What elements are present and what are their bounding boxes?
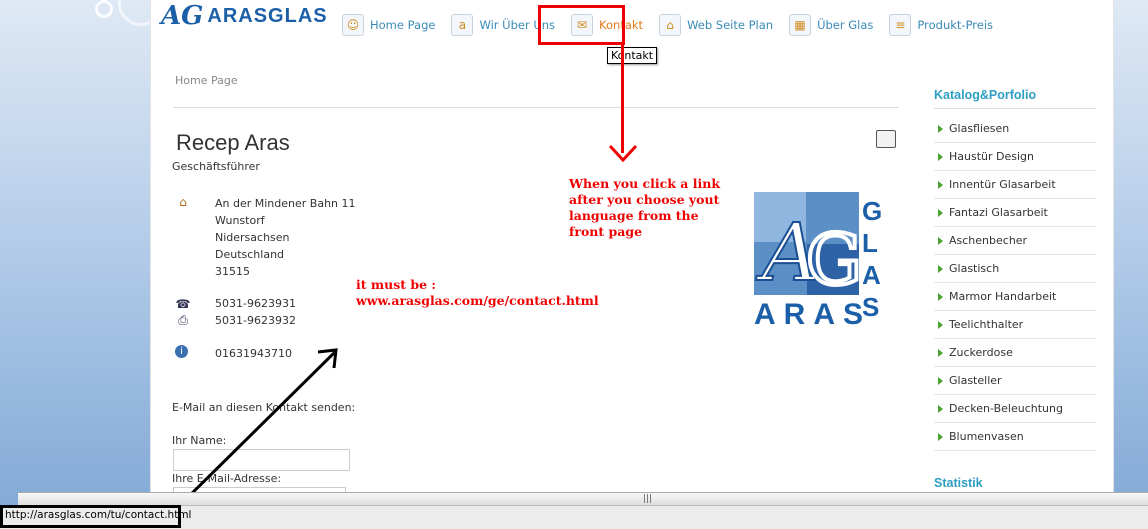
bullet-icon <box>938 404 943 413</box>
bullet-icon <box>938 152 943 161</box>
sidebar-item[interactable]: Blumenvasen <box>934 423 1096 451</box>
bullet-icon <box>938 348 943 357</box>
address-line: Nidersachsen <box>215 231 290 244</box>
phone-icon: ☎ <box>175 297 191 311</box>
address-line: Wunstorf <box>215 214 265 227</box>
sidebar-item[interactable]: Glasteller <box>934 367 1096 395</box>
status-url: http://arasglas.com/tu/contact.html <box>5 509 192 521</box>
bullet-icon <box>938 124 943 133</box>
site-logo[interactable]: AG ARASGLAS <box>161 0 328 32</box>
sidebar-item[interactable]: Teelichthalter <box>934 311 1096 339</box>
logo-letter: A <box>862 260 881 290</box>
bullet-icon <box>938 292 943 301</box>
nav-label: Produkt-Preis <box>917 18 994 32</box>
annotation-arrow-line <box>621 45 624 153</box>
bullet-icon <box>938 180 943 189</box>
annotation-note-2: it must be : www.arasglas.com/ge/contact… <box>356 277 599 308</box>
home-icon: ☺ <box>342 14 364 36</box>
sidebar-item[interactable]: Haustür Design <box>934 143 1096 171</box>
logo-letter: G <box>862 196 882 226</box>
annotation-black-arrow <box>173 348 338 512</box>
annotation-highlight-box <box>538 5 625 45</box>
nav-label: Über Glas <box>817 18 874 32</box>
sidebar-item[interactable]: Marmor Handarbeit <box>934 283 1096 311</box>
sitemap-icon: ⌂ <box>659 14 682 36</box>
contact-fax: 5031-9623932 <box>215 314 296 327</box>
annotation-note-1: When you click a link after you choose y… <box>569 176 720 239</box>
bullet-icon <box>938 236 943 245</box>
nav-glass[interactable]: ▦ Über Glas <box>781 10 881 40</box>
nav-price[interactable]: ≡ Produkt-Preis <box>881 10 1001 40</box>
statistik-title: Statistik <box>934 476 983 490</box>
main-nav: ☺ Home Page a Wir Über Uns ✉ Kontakt ⌂ Web S… <box>334 10 1001 40</box>
sidebar-catalog: Katalog&Porfolio Glasfliesen Haustür Des… <box>934 88 1096 451</box>
bullet-icon <box>938 432 943 441</box>
arasglas-logo-graphic: A G G L A S ARAS <box>754 192 882 327</box>
annotation-arrow-head <box>608 144 638 163</box>
logo-text: ARASGLAS <box>207 4 328 27</box>
about-icon: a <box>451 14 474 36</box>
address-line: Deutschland <box>215 248 285 261</box>
svg-text:G: G <box>806 219 862 301</box>
contact-phone: 5031-9623931 <box>215 297 296 310</box>
logo-mark: AG <box>161 1 204 31</box>
print-icon[interactable] <box>876 130 896 148</box>
contact-name: Recep Aras <box>176 130 290 155</box>
nav-label: Home Page <box>370 18 436 32</box>
contact-role: Geschäftsführer <box>172 160 260 173</box>
glass-icon: ▦ <box>789 14 812 36</box>
nav-tooltip: Kontakt <box>607 47 658 64</box>
address-line: An der Mindener Bahn 11 <box>215 197 356 210</box>
sidebar-item[interactable]: Fantazi Glasarbeit <box>934 199 1096 227</box>
horizontal-scrollbar[interactable]: ||| <box>18 492 1148 506</box>
nav-sitemap[interactable]: ⌂ Web Seite Plan <box>651 10 781 40</box>
scroll-grip-icon: ||| <box>643 494 653 504</box>
logo-letter: L <box>862 228 878 258</box>
sidebar-item[interactable]: Zuckerdose <box>934 339 1096 367</box>
sidebar-item[interactable]: Glastisch <box>934 255 1096 283</box>
bullet-icon <box>938 376 943 385</box>
bullet-icon <box>938 264 943 273</box>
contact-address: An der Mindener Bahn 11 Wunstorf Nidersa… <box>215 195 356 280</box>
sidebar-item[interactable]: Aschenbecher <box>934 227 1096 255</box>
breadcrumb[interactable]: Home Page <box>175 74 238 87</box>
fax-icon: ⎙ <box>178 313 188 327</box>
sidebar-item[interactable]: Decken-Beleuchtung <box>934 395 1096 423</box>
address-line: 31515 <box>215 265 250 278</box>
backdrop-circle <box>95 0 113 18</box>
nav-home[interactable]: ☺ Home Page <box>334 10 443 40</box>
bullet-icon <box>938 320 943 329</box>
divider <box>173 107 899 108</box>
sidebar-item[interactable]: Glasfliesen <box>934 115 1096 143</box>
nav-label: Web Seite Plan <box>687 18 774 32</box>
bullet-icon <box>938 208 943 217</box>
logo-bottom-text: ARAS <box>754 298 871 327</box>
address-icon: ⌂ <box>179 195 187 209</box>
sidebar-item[interactable]: Innentür Glasarbeit <box>934 171 1096 199</box>
sidebar-title: Katalog&Porfolio <box>934 88 1096 109</box>
price-icon: ≡ <box>889 14 912 36</box>
